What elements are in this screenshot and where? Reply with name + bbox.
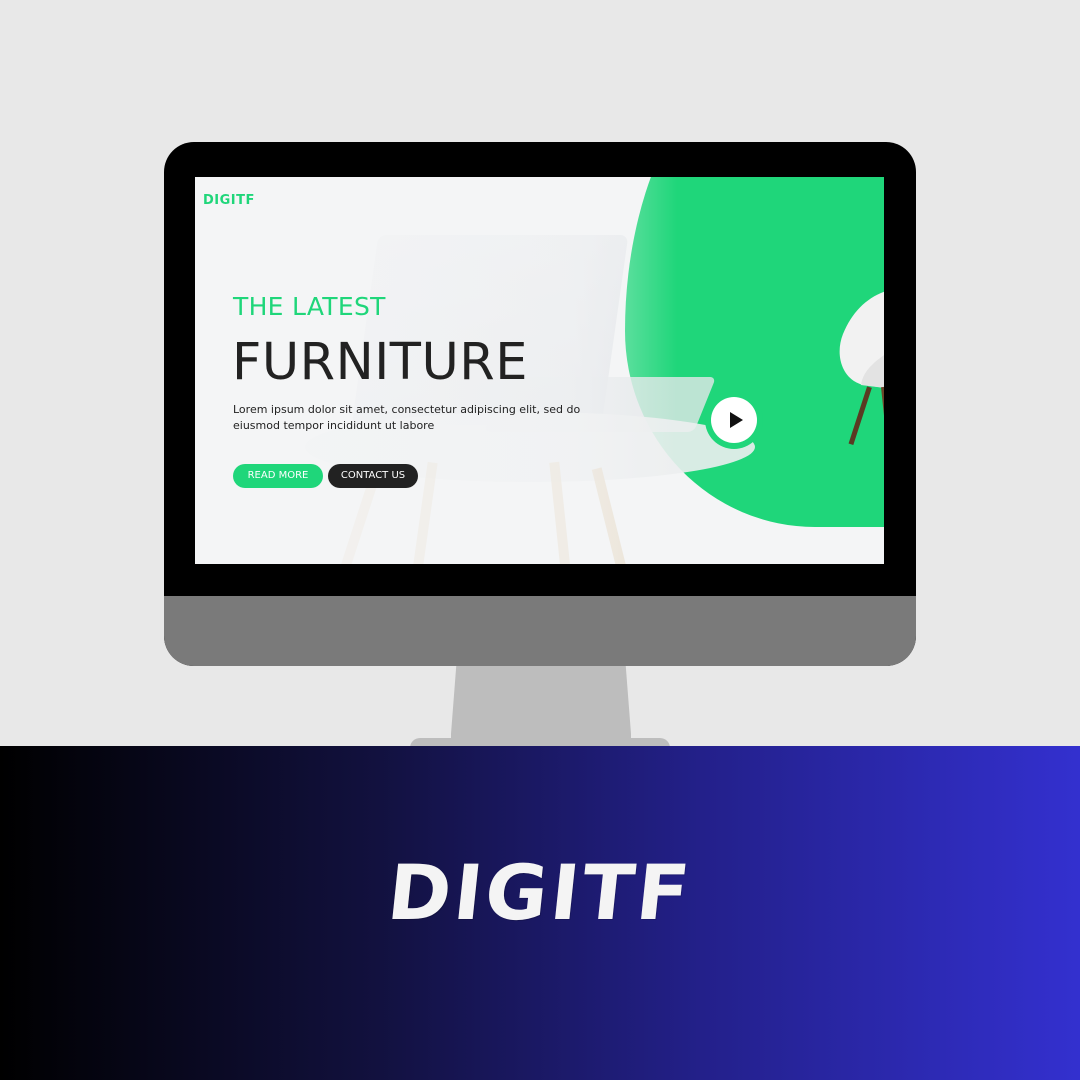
hero-eyebrow: THE LATEST — [233, 292, 386, 321]
play-video-button[interactable] — [705, 391, 763, 449]
banner-title: DIGITF — [383, 848, 697, 937]
play-button-inner — [711, 397, 757, 443]
chair-icon — [839, 291, 884, 447]
monitor: DIGITF THE LATEST FURNITURE Lorem ipsum … — [164, 142, 916, 666]
hero-headline: FURNITURE — [232, 333, 528, 392]
hero-description: Lorem ipsum dolor sit amet, consectetur … — [233, 403, 581, 432]
read-more-button[interactable]: READ MORE — [233, 464, 323, 488]
monitor-chin — [164, 596, 916, 666]
bottom-banner: DIGITF — [0, 746, 1080, 1080]
website-screen: DIGITF THE LATEST FURNITURE Lorem ipsum … — [195, 177, 884, 564]
canvas: DIGITF THE LATEST FURNITURE Lorem ipsum … — [0, 0, 1080, 1080]
site-logo[interactable]: DIGITF — [203, 193, 255, 208]
play-icon — [729, 412, 743, 428]
contact-us-button[interactable]: CONTACT US — [328, 464, 418, 488]
monitor-stand — [451, 664, 631, 746]
